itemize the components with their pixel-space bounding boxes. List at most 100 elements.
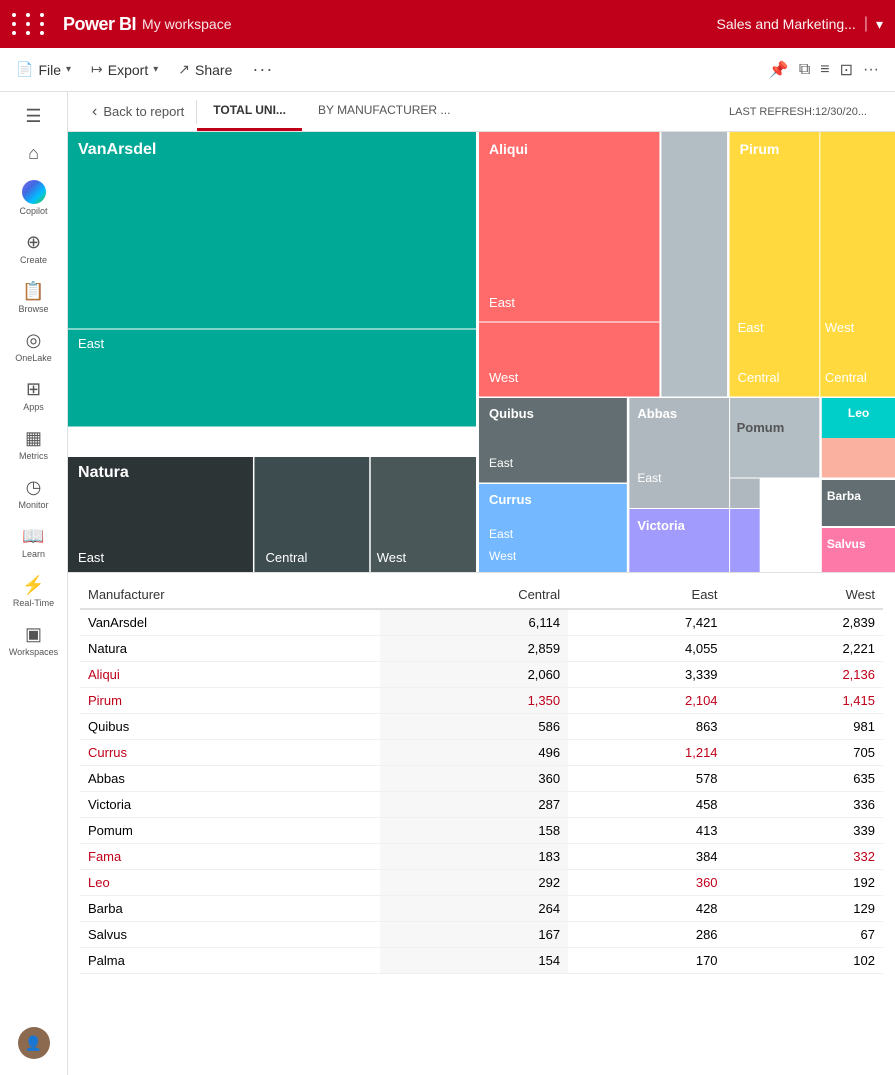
title-separator: |	[864, 15, 868, 33]
svg-text:West: West	[419, 430, 449, 445]
table-row: Victoria287458336	[80, 792, 883, 818]
export-menu[interactable]: ↦ Export ▾	[91, 61, 158, 78]
cell-east: 384	[568, 844, 725, 870]
svg-text:East: East	[738, 320, 764, 335]
sidebar-item-copilot[interactable]: Copilot	[4, 174, 64, 222]
cell-central: 1,350	[380, 688, 568, 714]
svg-text:East: East	[489, 295, 515, 310]
export-label: Export	[108, 62, 148, 78]
title-chevron-icon[interactable]: ▾	[876, 16, 883, 33]
cell-west: 1,415	[726, 688, 883, 714]
back-to-report-button[interactable]: ‹ Back to report	[80, 92, 196, 131]
svg-text:East: East	[78, 550, 104, 565]
svg-text:Leo: Leo	[848, 406, 869, 420]
table-row: Aliqui2,0603,3392,136	[80, 662, 883, 688]
cell-west: 2,136	[726, 662, 883, 688]
svg-text:East: East	[637, 471, 662, 485]
main-content: ‹ Back to report TOTAL UNI... BY MANUFAC…	[68, 92, 895, 1075]
sidebar-item-learn[interactable]: 📖 Learn	[4, 520, 64, 565]
cell-east: 1,214	[568, 740, 725, 766]
col-central: Central	[380, 581, 568, 609]
cell-west: 2,221	[726, 636, 883, 662]
sidebar: ☰ ⌂ Copilot ⊕ Create 📋 Browse ◎ OneLake …	[0, 92, 68, 1075]
file-chevron-icon: ▾	[66, 64, 71, 75]
cell-manufacturer: Aliqui	[80, 662, 380, 688]
sidebar-item-home[interactable]: ⌂	[4, 137, 64, 170]
svg-text:East: East	[489, 527, 514, 541]
cell-central: 183	[380, 844, 568, 870]
svg-text:Central: Central	[738, 370, 780, 385]
cell-central: 6,114	[380, 609, 568, 636]
table-row: Barba264428129	[80, 896, 883, 922]
svg-text:Currus: Currus	[489, 492, 532, 507]
back-arrow-icon: ‹	[92, 103, 97, 121]
data-table: Manufacturer Central East West VanArsdel…	[68, 572, 895, 1075]
cell-manufacturer: Natura	[80, 636, 380, 662]
svg-text:Central: Central	[825, 370, 867, 385]
treemap-chart[interactable]: VanArsdel East Central West Natura East …	[68, 132, 895, 572]
focus-icon[interactable]: ⊡	[840, 60, 853, 80]
pin-icon[interactable]: 📌	[769, 60, 789, 80]
svg-text:Salvus: Salvus	[827, 537, 866, 551]
svg-text:West: West	[489, 549, 517, 563]
user-avatar[interactable]: 👤	[18, 1027, 50, 1059]
tab-total-units[interactable]: TOTAL UNI...	[197, 92, 302, 131]
cell-west: 192	[726, 870, 883, 896]
svg-text:West: West	[825, 320, 855, 335]
cell-manufacturer: Barba	[80, 896, 380, 922]
cell-west: 67	[726, 922, 883, 948]
sidebar-item-menu[interactable]: ☰	[4, 100, 64, 133]
cell-west: 332	[726, 844, 883, 870]
sidebar-item-apps[interactable]: ⊞ Apps	[4, 373, 64, 418]
svg-text:East: East	[78, 336, 104, 351]
copy-icon[interactable]: ⧉	[799, 61, 810, 79]
cell-manufacturer: Currus	[80, 740, 380, 766]
svg-text:Central: Central	[78, 430, 120, 445]
table-row: Quibus586863981	[80, 714, 883, 740]
cell-west: 336	[726, 792, 883, 818]
table-row: Natura2,8594,0552,221	[80, 636, 883, 662]
cell-central: 586	[380, 714, 568, 740]
tab-by-manufacturer[interactable]: BY MANUFACTURER ...	[302, 92, 466, 131]
sidebar-item-monitor[interactable]: ◷ Monitor	[4, 471, 64, 516]
sidebar-item-realtime[interactable]: ⚡ Real-Time	[4, 569, 64, 614]
cell-east: 3,339	[568, 662, 725, 688]
file-menu[interactable]: 📄 File ▾	[16, 61, 71, 78]
sidebar-label-copilot: Copilot	[19, 206, 47, 216]
sidebar-label-apps: Apps	[23, 402, 44, 412]
toolbar: 📄 File ▾ ↦ Export ▾ ↗ Share ··· 📌 ⧉ ≡ ⊡ …	[0, 48, 895, 92]
sidebar-item-create[interactable]: ⊕ Create	[4, 226, 64, 271]
filter-icon[interactable]: ≡	[820, 61, 829, 79]
more-options-icon[interactable]: ···	[252, 59, 273, 80]
cell-west: 339	[726, 818, 883, 844]
cell-east: 170	[568, 948, 725, 974]
metrics-icon: ▦	[25, 428, 42, 449]
svg-text:Pirum: Pirum	[740, 141, 780, 157]
workspace-label[interactable]: My workspace	[142, 16, 231, 32]
hamburger-icon: ☰	[25, 106, 41, 127]
cell-east: 578	[568, 766, 725, 792]
svg-text:Natura: Natura	[78, 464, 129, 481]
cell-east: 863	[568, 714, 725, 740]
onelake-icon: ◎	[26, 330, 42, 351]
ellipsis-icon[interactable]: ···	[863, 61, 879, 79]
cell-manufacturer: Quibus	[80, 714, 380, 740]
cell-manufacturer: Pirum	[80, 688, 380, 714]
share-menu[interactable]: ↗ Share	[178, 61, 232, 78]
tab-by-manufacturer-label: BY MANUFACTURER ...	[318, 103, 450, 117]
sidebar-label-metrics: Metrics	[19, 451, 48, 461]
table-row: Fama183384332	[80, 844, 883, 870]
cell-central: 2,060	[380, 662, 568, 688]
sidebar-item-workspaces[interactable]: ▣ Workspaces	[4, 618, 64, 663]
cell-manufacturer: Pomum	[80, 818, 380, 844]
app-grid-icon[interactable]	[12, 13, 49, 35]
sidebar-item-metrics[interactable]: ▦ Metrics	[4, 422, 64, 467]
sidebar-item-browse[interactable]: 📋 Browse	[4, 275, 64, 320]
table-row: Palma154170102	[80, 948, 883, 974]
sidebar-item-onelake[interactable]: ◎ OneLake	[4, 324, 64, 369]
home-icon: ⌂	[28, 143, 39, 164]
cell-central: 287	[380, 792, 568, 818]
cell-east: 7,421	[568, 609, 725, 636]
sidebar-label-create: Create	[20, 255, 47, 265]
svg-text:VanArsdel: VanArsdel	[78, 141, 156, 158]
